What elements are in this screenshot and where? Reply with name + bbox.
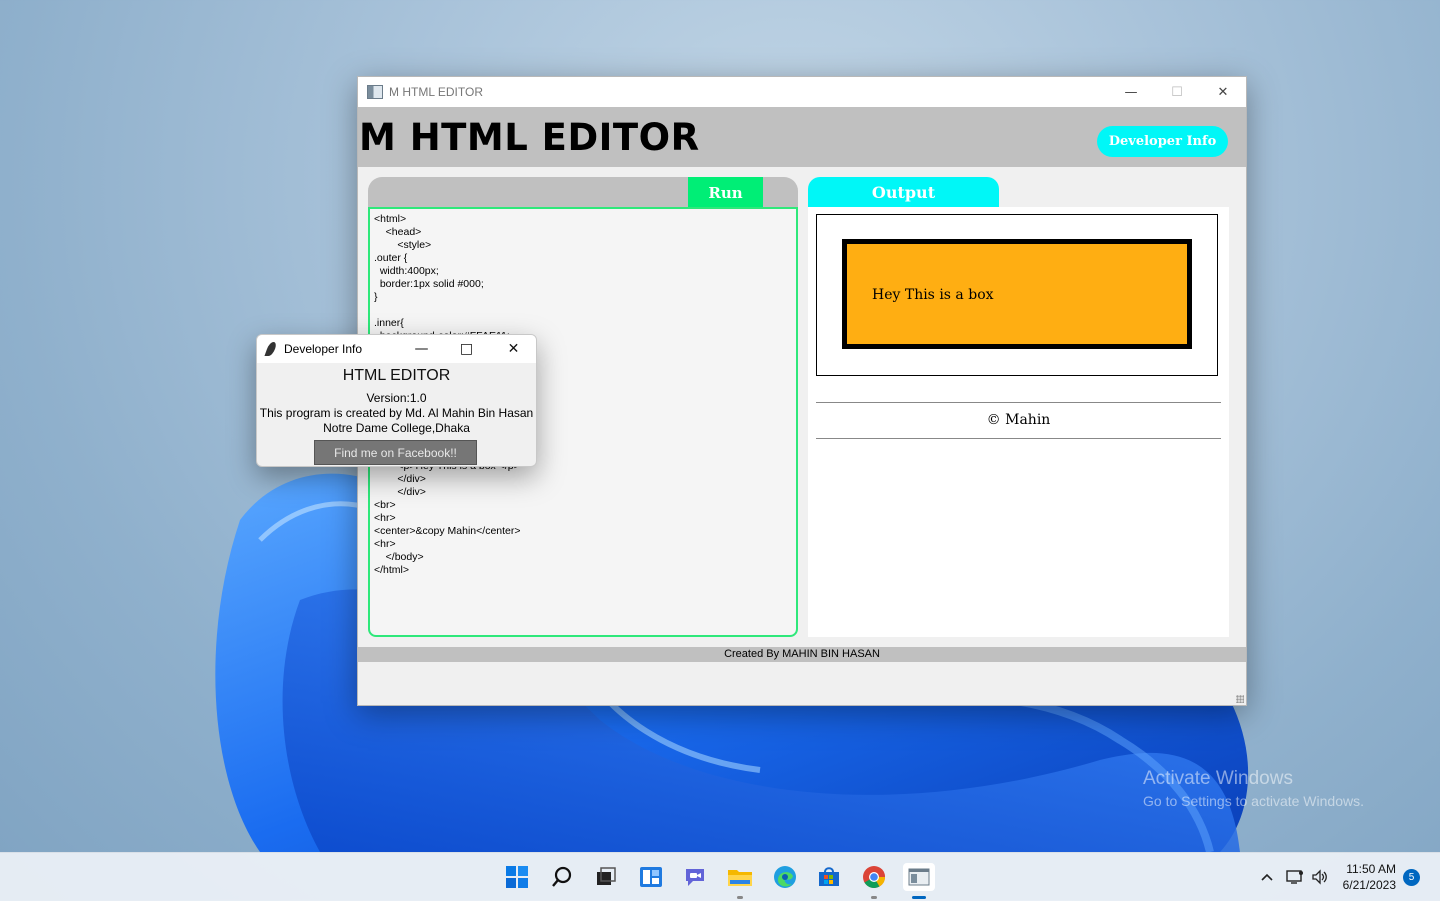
inner-box: Hey This is a box <box>842 239 1192 349</box>
copyright-text: © Mahin <box>986 412 1051 428</box>
author-text: This program is created by Md. Al Mahin … <box>259 406 534 420</box>
widgets-icon[interactable] <box>637 863 665 891</box>
run-button[interactable]: Run <box>688 177 763 208</box>
chat-icon[interactable] <box>681 863 709 891</box>
running-app-indicator <box>871 896 877 899</box>
horizontal-rule <box>816 402 1221 403</box>
facebook-button[interactable]: Find me on Facebook!! <box>314 440 477 465</box>
feather-icon <box>264 342 278 356</box>
dialog-title: Developer Info <box>284 342 363 356</box>
close-button[interactable]: ✕ <box>1200 77 1246 107</box>
dialog-close-button[interactable]: ✕ <box>491 335 536 363</box>
window-titlebar[interactable]: M HTML EDITOR — ☐ ✕ <box>358 77 1246 107</box>
college-text: Notre Dame College,Dhaka <box>323 421 470 435</box>
dialog-maximize-button[interactable]: □ <box>444 335 489 363</box>
app-title: M HTML EDITOR <box>359 116 700 159</box>
clock-date: 6/21/2023 <box>1342 878 1396 892</box>
status-footer: Created By MAHIN BIN HASAN <box>358 647 1246 662</box>
output-preview: Hey This is a box © Mahin <box>808 207 1229 637</box>
activation-watermark: Activate Windows Go to Settings to activ… <box>1143 768 1364 809</box>
dialog-heading: HTML EDITOR <box>342 367 451 384</box>
taskbar: 11:50 AM 6/21/2023 5 <box>0 852 1440 901</box>
store-icon[interactable] <box>815 863 843 891</box>
notification-badge[interactable]: 5 <box>1403 869 1420 886</box>
volume-icon[interactable] <box>1311 853 1329 901</box>
search-icon[interactable] <box>548 863 576 891</box>
output-tab[interactable]: Output <box>808 177 999 208</box>
system-clock[interactable]: 11:50 AM 6/21/2023 <box>1343 861 1396 893</box>
task-view-icon[interactable] <box>592 863 620 891</box>
network-icon[interactable] <box>1286 853 1304 901</box>
window-title: M HTML EDITOR <box>389 85 484 99</box>
chrome-icon[interactable] <box>860 863 888 891</box>
outer-box: Hey This is a box <box>816 214 1218 376</box>
dialog-titlebar[interactable]: Developer Info — □ ✕ <box>257 335 536 363</box>
active-app-indicator <box>912 896 926 899</box>
version-text: Version:1.0 <box>366 391 427 405</box>
app-window-icon <box>367 85 383 99</box>
file-explorer-icon[interactable] <box>726 863 754 891</box>
app-header: M HTML EDITOR Developer Info <box>358 107 1246 167</box>
start-icon[interactable] <box>503 863 531 891</box>
show-hidden-icons-chevron-icon[interactable] <box>1260 853 1274 901</box>
edge-icon[interactable] <box>771 863 799 891</box>
horizontal-rule <box>816 438 1221 439</box>
watermark-subtitle: Go to Settings to activate Windows. <box>1143 793 1364 809</box>
minimize-button[interactable]: — <box>1108 77 1154 107</box>
html-editor-icon[interactable] <box>903 863 935 891</box>
maximize-button[interactable]: ☐ <box>1154 77 1200 107</box>
clock-time: 11:50 AM <box>1346 862 1396 876</box>
developer-info-dialog: Developer Info — □ ✕ HTML EDITOR Version… <box>256 334 537 467</box>
resize-grip-icon[interactable] <box>1236 695 1244 703</box>
inner-box-text: Hey This is a box <box>872 287 994 303</box>
dialog-minimize-button[interactable]: — <box>399 335 444 363</box>
watermark-title: Activate Windows <box>1143 768 1293 789</box>
developer-info-button[interactable]: Developer Info <box>1097 126 1228 157</box>
running-app-indicator <box>737 896 743 899</box>
